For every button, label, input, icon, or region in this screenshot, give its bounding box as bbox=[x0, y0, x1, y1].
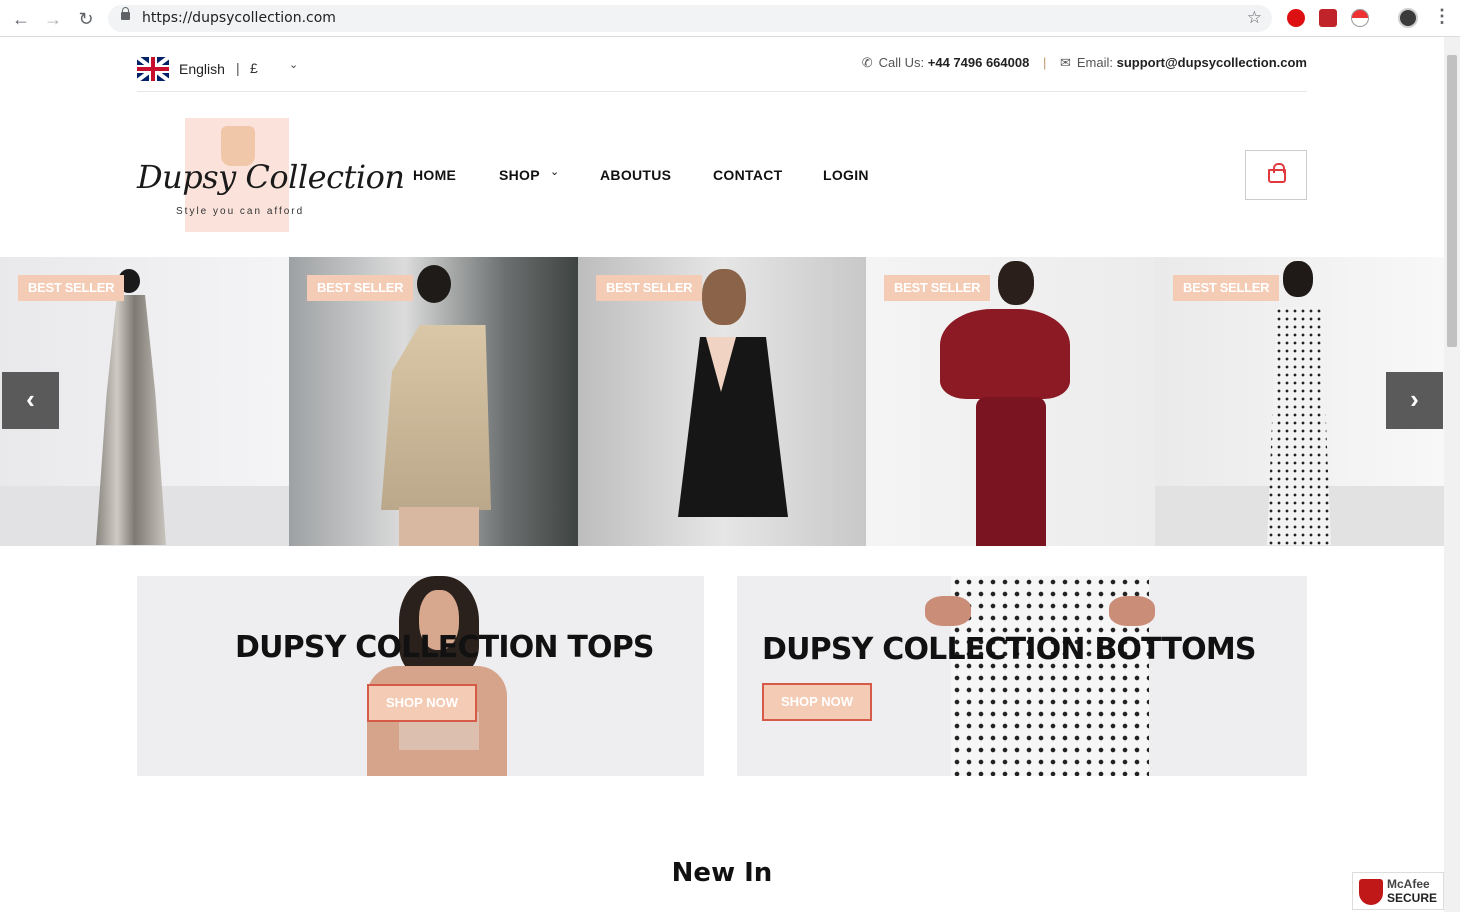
envelope-icon: ✉ bbox=[1059, 55, 1071, 70]
contact-info: ✆ Call Us: +44 7496 664008 | ✉ Email: supp… bbox=[861, 55, 1307, 70]
email-link[interactable]: support@dupsycollection.com bbox=[1117, 55, 1307, 70]
bookmark-star-icon[interactable]: ☆ bbox=[1247, 8, 1262, 28]
menu-kebab-icon[interactable]: ⋮ bbox=[1433, 6, 1451, 27]
email-label: Email: bbox=[1076, 55, 1113, 70]
chevron-down-icon[interactable]: ⌄ bbox=[550, 165, 560, 178]
divider: | bbox=[236, 60, 240, 76]
bestseller-slider: BEST SELLER BEST SELLER BEST SELLER BEST… bbox=[0, 257, 1444, 546]
nav-shop[interactable]: SHOP bbox=[499, 167, 540, 183]
logo-tagline: Style you can afford bbox=[176, 206, 305, 217]
browser-toolbar: ← → ↻ https://dupsycollection.com ☆ ⋮ bbox=[0, 0, 1460, 37]
best-seller-badge: BEST SELLER bbox=[307, 275, 414, 301]
currency-selector[interactable]: £ bbox=[250, 60, 258, 76]
slider-next-button[interactable]: › bbox=[1386, 372, 1443, 429]
pokeball-extension-icon[interactable] bbox=[1351, 9, 1369, 27]
phone-number[interactable]: +44 7496 664008 bbox=[928, 55, 1030, 70]
phone-icon: ✆ bbox=[861, 55, 873, 70]
nav-home[interactable]: HOME bbox=[413, 167, 456, 183]
product-slide[interactable]: BEST SELLER bbox=[289, 257, 578, 546]
nav-aboutus[interactable]: ABOUTUS bbox=[600, 167, 671, 183]
page-scrollbar[interactable] bbox=[1444, 37, 1460, 912]
logo-name: Dupsy Collection bbox=[137, 158, 405, 196]
top-info-bar: English | £ ⌄ ✆ Call Us: +44 7496 664008 … bbox=[137, 52, 1307, 92]
best-seller-badge: BEST SELLER bbox=[884, 275, 991, 301]
reload-icon[interactable]: ↻ bbox=[75, 8, 97, 30]
bottoms-banner[interactable]: DUPSY COLLECTION BOTTOMS SHOP NOW bbox=[737, 576, 1307, 776]
shopping-bag-icon bbox=[1268, 163, 1286, 183]
banner-title: DUPSY COLLECTION TOPS bbox=[235, 630, 655, 665]
site-logo[interactable]: Dupsy Collection Style you can afford bbox=[137, 118, 405, 232]
profile-avatar-icon[interactable] bbox=[1398, 8, 1418, 28]
chevron-left-icon: ‹ bbox=[26, 384, 35, 414]
best-seller-badge: BEST SELLER bbox=[18, 275, 125, 301]
back-icon[interactable]: ← bbox=[10, 8, 32, 30]
best-seller-badge: BEST SELLER bbox=[596, 275, 703, 301]
cart-button[interactable] bbox=[1245, 150, 1307, 200]
lock-icon bbox=[121, 7, 130, 20]
nav-contact[interactable]: CONTACT bbox=[713, 167, 783, 183]
section-heading: New In bbox=[671, 858, 773, 888]
call-label: Call Us: bbox=[878, 55, 925, 70]
nav-login[interactable]: LOGIN bbox=[823, 167, 869, 183]
scrollbar-thumb[interactable] bbox=[1447, 55, 1457, 347]
address-bar[interactable]: https://dupsycollection.com ☆ bbox=[108, 5, 1272, 32]
forward-icon[interactable]: → bbox=[42, 8, 64, 30]
product-slide[interactable]: BEST SELLER bbox=[866, 257, 1155, 546]
product-slide[interactable]: BEST SELLER bbox=[578, 257, 867, 546]
mcafee-secure-badge[interactable]: McAfee SECURE bbox=[1352, 872, 1444, 910]
uk-flag-icon[interactable] bbox=[137, 57, 169, 81]
tops-banner[interactable]: DUPSY COLLECTION TOPS SHOP NOW bbox=[137, 576, 704, 776]
shop-now-button[interactable]: SHOP NOW bbox=[367, 684, 477, 722]
banner-title: DUPSY COLLECTION BOTTOMS bbox=[762, 632, 1257, 667]
url-text[interactable]: https://dupsycollection.com bbox=[142, 10, 336, 26]
best-seller-badge: BEST SELLER bbox=[1173, 275, 1280, 301]
chevron-right-icon: › bbox=[1410, 384, 1419, 414]
opera-extension-icon[interactable] bbox=[1287, 9, 1305, 27]
chevron-down-icon[interactable]: ⌄ bbox=[289, 58, 298, 71]
language-selector[interactable]: English bbox=[179, 61, 225, 77]
shield-icon bbox=[1359, 879, 1383, 905]
pdf-extension-icon[interactable] bbox=[1319, 9, 1337, 27]
slider-prev-button[interactable]: ‹ bbox=[2, 372, 59, 429]
shop-now-button[interactable]: SHOP NOW bbox=[762, 683, 872, 721]
